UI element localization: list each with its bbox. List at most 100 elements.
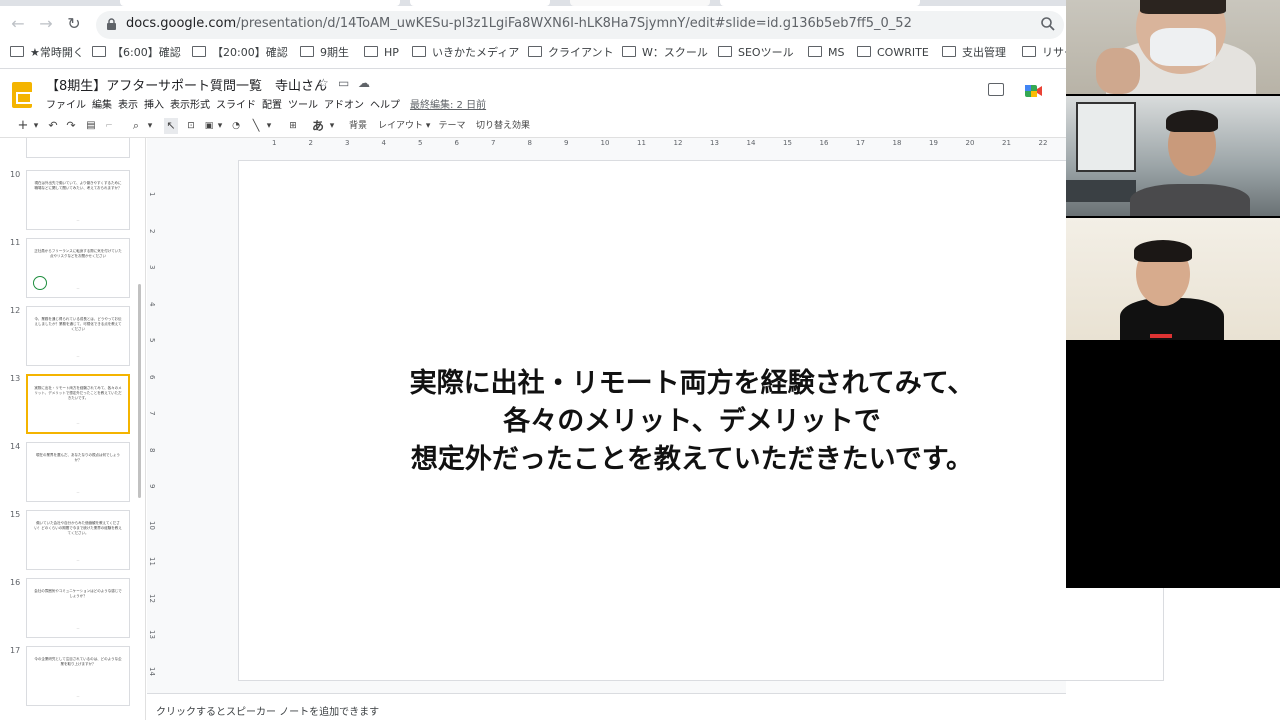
bookmark-label: 【20:00】確認 (212, 46, 288, 59)
toolbar: + ▾ ↶ ↷ ▤ ⌐ ⌕ ▾ ↖ ⊡ ▣ ▾ ◔ ╲ ▾ ⊞ あ ▾ 背景 レ… (0, 116, 1066, 136)
bookmark-item[interactable]: 【6:00】確認 (92, 44, 181, 62)
menu-item[interactable]: ヘルプ (370, 100, 400, 111)
menu-item[interactable]: 表示形式 (170, 100, 210, 111)
reload-icon[interactable]: ↻ (64, 14, 84, 34)
paint-format-icon[interactable]: ⌐ (102, 118, 116, 134)
menu-item[interactable]: 編集 (92, 100, 112, 111)
slide-text-box[interactable]: 実際に出社・リモート両方を経験されてみて、 各々のメリット、デメリットで 想定外だっ… (239, 365, 1145, 479)
slide-filmstrip[interactable]: 10 現在は外出先で働いていて、より働きやすくするために職場などに関して聞いてみた… (0, 138, 146, 720)
chevron-down-icon[interactable]: ▾ (146, 118, 154, 134)
image-icon[interactable]: ▣ (202, 118, 216, 134)
bookmark-label: MS (828, 46, 845, 59)
folder-icon (857, 46, 871, 57)
bookmark-item[interactable]: SEOツール (718, 44, 794, 62)
bookmark-item[interactable]: COWRITE (857, 44, 929, 62)
address-bar[interactable]: docs.google.com/presentation/d/14ToAM_uw… (96, 11, 1064, 39)
menu-item[interactable]: 表示 (118, 100, 138, 111)
menu-item[interactable]: 配置 (262, 100, 282, 111)
browser-tab[interactable] (410, 0, 550, 6)
thumbnail-footer-mark: — (76, 694, 80, 698)
bookmark-label: クライアント (548, 46, 614, 59)
menu-item[interactable]: ツール (288, 100, 318, 111)
slide-thumbnail[interactable]: 現在の業界を選んだ、あなたなりの視点は何でしょうか？ — (26, 442, 130, 502)
chevron-down-icon[interactable]: ▾ (265, 118, 273, 134)
slide-thumbnail[interactable]: 働いていた会社や自分からみた価値観を教えてください！どのくらいの期間で今まで続け… (26, 510, 130, 570)
ruler-tick-label: 16 (819, 139, 829, 147)
participant-hair (1166, 110, 1218, 132)
participant-figure (1120, 298, 1224, 340)
slide-canvas[interactable]: 実際に出社・リモート両方を経験されてみて、 各々のメリット、デメリットで 想定外だっ… (238, 160, 1164, 681)
meet-icon[interactable] (1024, 83, 1044, 99)
bookmark-item[interactable]: 【20:00】確認 (192, 44, 288, 62)
line-icon[interactable]: ╲ (249, 118, 263, 134)
slides-logo-icon[interactable] (12, 82, 32, 108)
ruler-tick-label: 3 (345, 139, 350, 147)
browser-tab-active[interactable] (570, 0, 710, 6)
theme-button[interactable]: テーマ (438, 118, 466, 134)
menu-item[interactable]: アドオン (324, 100, 364, 111)
shirt-logo (1150, 334, 1172, 338)
slide-number: 11 (10, 238, 21, 247)
bookmark-item[interactable]: 9期生 (300, 44, 349, 62)
ruler-tick-label: 15 (783, 139, 792, 147)
background-button[interactable]: 背景 (346, 118, 370, 134)
comment-icon[interactable] (988, 83, 1004, 96)
select-cursor-icon[interactable]: ↖ (164, 118, 178, 134)
speaker-notes[interactable]: クリックするとスピーカー ノートを追加できます (156, 703, 379, 718)
chevron-down-icon[interactable]: ▾ (328, 118, 336, 134)
back-arrow-icon[interactable]: ← (8, 14, 28, 34)
bookmark-item[interactable]: ★常時開く (10, 44, 84, 62)
slide-thumbnail[interactable]: 会社の雰囲気やコミュニケーションはどのような感じでしょうか？ — (26, 578, 130, 638)
browser-tab[interactable] (120, 0, 400, 6)
text-box-icon[interactable]: ⊡ (184, 118, 198, 134)
bookmark-item[interactable]: W：スクール (622, 44, 708, 62)
participant-video[interactable] (1066, 218, 1280, 340)
slide-thumbnail[interactable] (26, 138, 130, 158)
browser-tab[interactable] (720, 0, 920, 6)
participant-hair (1140, 0, 1226, 14)
layout-button[interactable]: レイアウト ▾ (378, 118, 430, 134)
undo-icon[interactable]: ↶ (46, 118, 60, 134)
move-folder-icon[interactable]: ▭ (338, 76, 349, 90)
slide-number: 13 (10, 374, 21, 383)
bookmark-item[interactable]: HP (364, 44, 399, 62)
chevron-down-icon[interactable]: ▾ (216, 118, 224, 134)
transition-button[interactable]: 切り替え効果 (476, 118, 530, 134)
slide-thumbnail-selected[interactable]: 実際に出社・リモート両方を経験されてみて、各々のメリット、デメリットで想定外だっ… (26, 374, 130, 434)
star-icon[interactable]: ☆ (318, 76, 329, 90)
menu-item[interactable]: スライド (216, 100, 256, 111)
filmstrip-scrollbar[interactable] (138, 284, 141, 498)
cloud-status-icon[interactable]: ☁ (358, 76, 370, 90)
bookmark-item[interactable]: いきかたメディア (412, 44, 519, 62)
bookmark-item[interactable]: リサー (1022, 44, 1066, 62)
forward-arrow-icon[interactable]: → (36, 14, 56, 34)
participant-video[interactable] (1066, 0, 1280, 94)
redo-icon[interactable]: ↷ (64, 118, 78, 134)
slide-thumbnail[interactable]: 現在は外出先で働いていて、より働きやすくするために職場などに関して聞いてみたい、… (26, 170, 130, 230)
shape-icon[interactable]: ◔ (229, 118, 243, 134)
tab-strip (0, 0, 1066, 6)
add-comment-icon[interactable]: ⊞ (286, 118, 300, 134)
chevron-down-icon[interactable]: ▾ (32, 118, 40, 134)
slide-thumbnail[interactable]: 今、業務を通じ得られている成長とは、どうやってお伝えしましたか？業務を通じて、可… (26, 306, 130, 366)
slide-number: 17 (10, 646, 21, 655)
document-title[interactable]: 【8期生】アフターサポート質問一覧 寺山さん (46, 75, 327, 94)
bookmark-label: いきかたメディア (432, 46, 520, 59)
input-tools-button[interactable]: あ (310, 118, 326, 134)
bookmark-item[interactable]: MS (808, 44, 844, 62)
ruler-tick-label: 8 (148, 447, 156, 452)
participant-video[interactable] (1066, 96, 1280, 216)
new-slide-button[interactable]: + (16, 118, 30, 134)
search-icon[interactable] (1040, 16, 1056, 32)
slide-thumbnail[interactable]: 今の企業研究として注目されているのは、どのような企業を取り上げますか？ — (26, 646, 130, 706)
print-icon[interactable]: ▤ (84, 118, 98, 134)
bookmark-label: ★常時開く (30, 46, 84, 59)
last-edit-link[interactable]: 最終編集: 2 日前 (410, 100, 486, 111)
bookmark-item[interactable]: 支出管理 (942, 44, 1006, 62)
bookmark-item[interactable]: クライアント (528, 44, 614, 62)
menu-item[interactable]: ファイル (46, 100, 86, 111)
participant-video-off[interactable] (1066, 342, 1280, 588)
zoom-icon[interactable]: ⌕ (128, 118, 144, 134)
menu-item[interactable]: 挿入 (144, 100, 164, 111)
bookmark-label: COWRITE (877, 46, 929, 59)
